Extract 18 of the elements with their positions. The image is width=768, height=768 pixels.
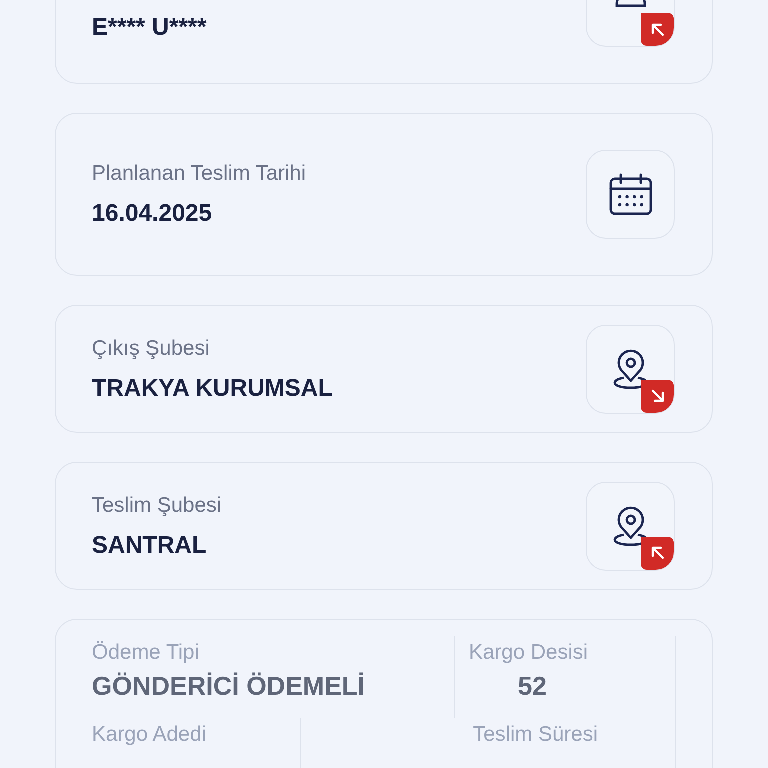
field-label: Ödeme Tipi xyxy=(92,642,200,663)
icon-button[interactable] xyxy=(586,482,675,570)
field-label: Teslim Süresi xyxy=(473,724,598,748)
field-value: E**** U**** xyxy=(92,16,207,40)
icon-button[interactable] xyxy=(586,324,675,414)
field-value: SANTRAL xyxy=(92,534,208,558)
icon-button[interactable] xyxy=(586,150,675,239)
field-label: Planlanan Teslim Tarihi xyxy=(92,163,306,184)
field-label: Çıkış Şubesi xyxy=(92,338,211,358)
location-pin-icon xyxy=(612,347,650,391)
field-value: TRAKYA KURUMSAL xyxy=(92,376,333,400)
field-value: GÖNDERİCİ ÖDEMELİ xyxy=(92,673,366,699)
field-value: 16.04.2025 xyxy=(92,202,214,226)
field-value: 52 xyxy=(518,673,547,699)
field-label: Kargo Adedi xyxy=(92,723,206,746)
field-label: Kargo Desisi xyxy=(469,642,588,663)
field-label: Teslim Şubesi xyxy=(92,494,222,516)
location-pin-icon xyxy=(612,504,650,548)
